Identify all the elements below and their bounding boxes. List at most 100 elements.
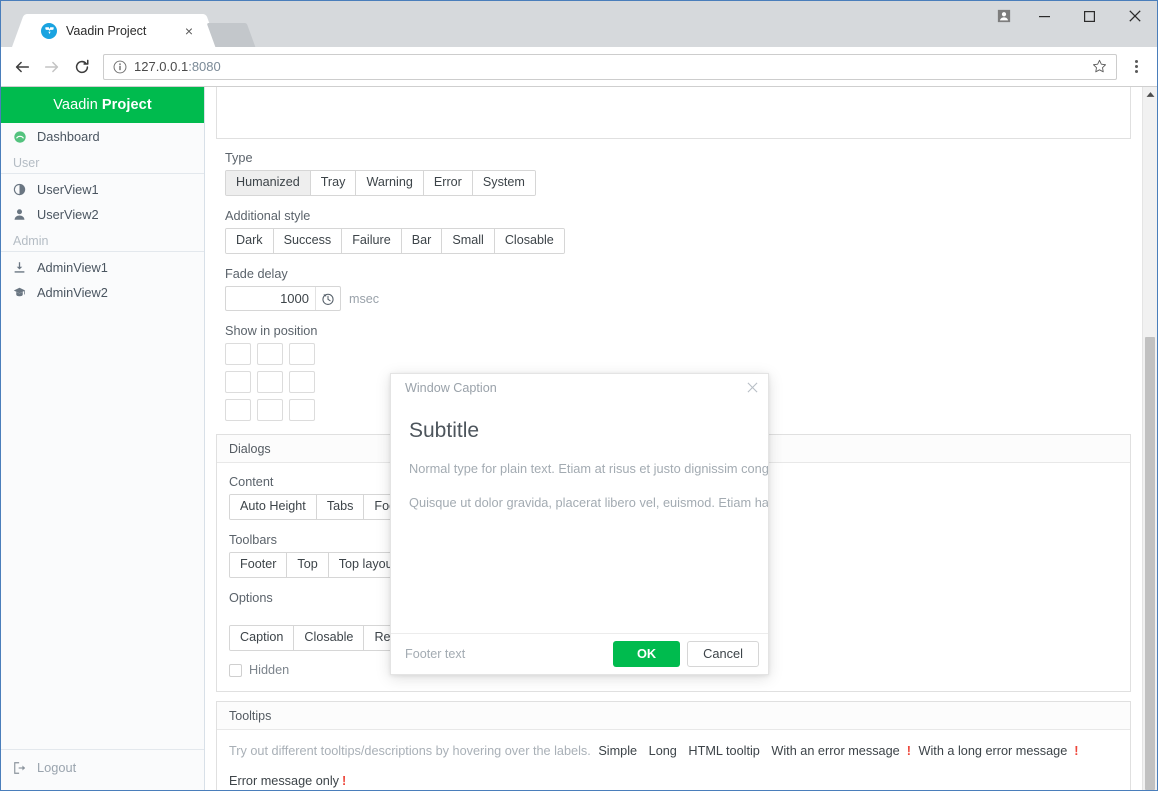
style-option-small[interactable]: Small xyxy=(442,229,495,253)
scrollbar-thumb[interactable] xyxy=(1145,337,1155,790)
tooltips-panel: Tooltips Try out different tooltips/desc… xyxy=(216,701,1131,790)
tooltips-intro: Try out different tooltips/descriptions … xyxy=(229,744,591,758)
position-cell-top-left[interactable] xyxy=(225,343,251,365)
logout-button[interactable]: Logout xyxy=(1,755,204,780)
kebab-menu-icon[interactable] xyxy=(1123,52,1149,82)
tooltip-link-simple[interactable]: Simple xyxy=(598,744,637,758)
tooltip-link-long[interactable]: Long xyxy=(649,744,677,758)
modal-paragraph: Normal type for plain text. Etiam at ris… xyxy=(409,461,768,477)
reload-button[interactable] xyxy=(67,52,97,82)
tab-close-icon[interactable]: × xyxy=(181,23,197,39)
fade-delay-input[interactable] xyxy=(226,287,315,310)
fade-delay-label: Fade delay xyxy=(225,267,288,281)
vaadin-logo-icon xyxy=(41,22,57,39)
error-message-only-label[interactable]: Error message only xyxy=(229,774,339,788)
back-button[interactable] xyxy=(7,52,37,82)
sidebar-item-userview1[interactable]: UserView1 xyxy=(1,177,204,202)
sidebar-item-userview2[interactable]: UserView2 xyxy=(1,202,204,227)
tooltips-text-row: Try out different tooltips/descriptions … xyxy=(229,740,1118,762)
tooltips-panel-body: Try out different tooltips/descriptions … xyxy=(217,730,1130,790)
tooltip-link-long-error[interactable]: With a long error message xyxy=(919,744,1068,758)
fade-delay-row: msec xyxy=(225,286,1130,311)
scroll-up-arrow-icon[interactable] xyxy=(1143,87,1157,102)
page-scrollbar[interactable] xyxy=(1142,87,1157,790)
type-option-warning[interactable]: Warning xyxy=(356,171,424,195)
fade-delay-spinner[interactable] xyxy=(225,286,341,311)
sign-out-icon xyxy=(13,761,37,775)
position-cell-top-center[interactable] xyxy=(257,343,283,365)
forward-button[interactable] xyxy=(37,52,67,82)
sidebar-nav: Dashboard User UserView1 UserView2 Admin xyxy=(1,123,204,749)
clock-reset-icon[interactable] xyxy=(315,287,340,310)
style-option-bar[interactable]: Bar xyxy=(401,229,443,253)
show-in-position-label: Show in position xyxy=(225,324,318,338)
position-cell-bottom-left[interactable] xyxy=(225,399,251,421)
type-option-error[interactable]: Error xyxy=(423,171,473,195)
sidebar-section-user: User xyxy=(1,149,204,174)
sidebar-item-adminview2[interactable]: AdminView2 xyxy=(1,280,204,305)
toolbars-button-group[interactable]: Footer Top Top layout xyxy=(229,552,408,578)
info-icon[interactable] xyxy=(110,60,130,74)
url-text: 127.0.0.1:8080 xyxy=(130,59,1088,74)
address-bar[interactable]: 127.0.0.1:8080 xyxy=(103,53,1117,80)
fade-delay-unit: msec xyxy=(349,291,380,306)
logout-label: Logout xyxy=(37,760,77,775)
tooltips-panel-title: Tooltips xyxy=(217,702,1130,730)
download-icon xyxy=(13,261,37,274)
position-cell-middle-right[interactable] xyxy=(289,371,315,393)
sidebar-section-admin: Admin xyxy=(1,227,204,252)
profile-icon[interactable] xyxy=(986,1,1022,31)
close-window-button[interactable] xyxy=(1112,1,1157,31)
type-option-tray[interactable]: Tray xyxy=(310,171,357,195)
style-option-failure[interactable]: Failure xyxy=(342,229,402,253)
hidden-checkbox-label: Hidden xyxy=(249,663,290,677)
browser-titlebar: Vaadin Project × xyxy=(1,1,1157,47)
sidebar-item-label: UserView1 xyxy=(37,182,99,197)
additional-style-label: Additional style xyxy=(225,209,311,223)
type-option-system[interactable]: System xyxy=(472,171,535,195)
tab-strip: Vaadin Project × xyxy=(1,1,256,47)
content-option-tabs[interactable]: Tabs xyxy=(316,495,365,519)
brand-first: Vaadin xyxy=(53,97,98,113)
dashboard-icon xyxy=(13,130,37,144)
position-cell-top-right[interactable] xyxy=(289,343,315,365)
brand-second: Project xyxy=(101,97,152,113)
sidebar-item-adminview1[interactable]: AdminView1 xyxy=(1,255,204,280)
modal-ok-button[interactable]: OK xyxy=(612,641,681,667)
position-cell-bottom-right[interactable] xyxy=(289,399,315,421)
modal-caption: Window Caption xyxy=(405,380,497,395)
style-option-success[interactable]: Success xyxy=(273,229,343,253)
toolbars-option-footer[interactable]: Footer xyxy=(230,553,288,577)
star-icon[interactable] xyxy=(1088,59,1110,74)
modal-cancel-button[interactable]: Cancel xyxy=(687,641,759,667)
position-cell-bottom-center[interactable] xyxy=(257,399,283,421)
app-brand: Vaadin Project xyxy=(1,87,204,123)
options-option-caption[interactable]: Caption xyxy=(230,626,295,650)
maximize-button[interactable] xyxy=(1067,1,1112,31)
minimize-button[interactable] xyxy=(1022,1,1067,31)
content-option-auto-height[interactable]: Auto Height xyxy=(230,495,317,519)
sidebar-item-dashboard[interactable]: Dashboard xyxy=(1,124,204,149)
error-indicator-icon: ! xyxy=(1074,744,1079,758)
position-cell-middle-center[interactable] xyxy=(257,371,283,393)
hidden-checkbox[interactable] xyxy=(229,663,242,677)
sidebar-footer: Logout xyxy=(1,749,204,790)
style-option-closable[interactable]: Closable xyxy=(494,229,564,253)
type-button-group[interactable]: Humanized Tray Warning Error System xyxy=(225,170,536,196)
error-indicator-icon: ! xyxy=(342,774,347,788)
browser-tab[interactable]: Vaadin Project × xyxy=(25,14,205,47)
close-icon[interactable] xyxy=(747,381,758,395)
additional-style-button-group[interactable]: Dark Success Failure Bar Small Closable xyxy=(225,228,565,254)
error-message-only-row: Error message only! xyxy=(229,774,1118,788)
tooltip-link-with-error[interactable]: With an error message xyxy=(771,744,899,758)
modal-paragraph: Quisque ut dolor gravida, placerat liber… xyxy=(409,494,768,510)
tooltip-link-html-tooltip[interactable]: HTML tooltip xyxy=(688,744,759,758)
style-option-dark[interactable]: Dark xyxy=(226,229,274,253)
notification-message-textarea[interactable] xyxy=(216,87,1131,139)
position-cell-middle-left[interactable] xyxy=(225,371,251,393)
options-option-closable[interactable]: Closable xyxy=(294,626,365,650)
tab-title: Vaadin Project xyxy=(66,23,147,38)
toolbars-option-top[interactable]: Top xyxy=(287,553,329,577)
type-option-humanized[interactable]: Humanized xyxy=(226,171,311,195)
new-tab-button[interactable] xyxy=(206,23,256,47)
